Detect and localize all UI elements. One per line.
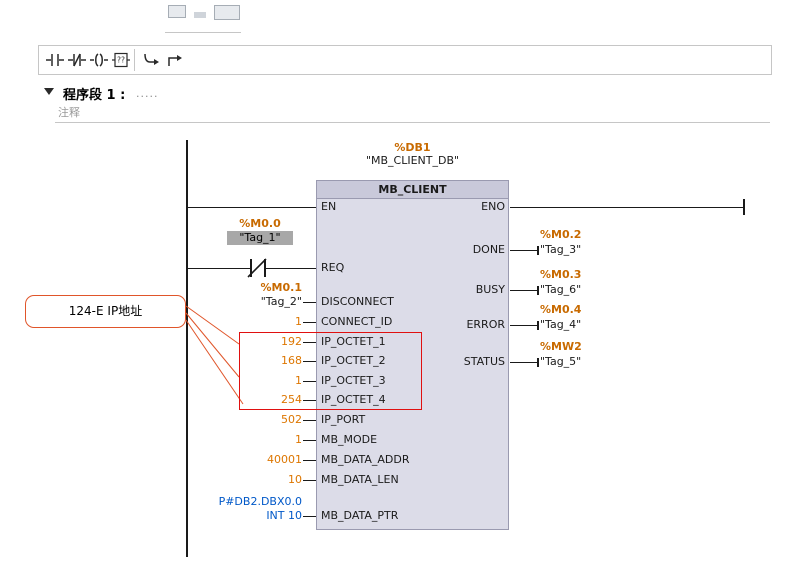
contact-tag[interactable]: "Tag_1" [227, 231, 293, 245]
wire-tick [537, 246, 539, 255]
close-branch-icon[interactable] [164, 49, 186, 71]
input-value-mb-mode[interactable]: 1 [222, 432, 302, 448]
input-tag-disconnect[interactable]: "Tag_2" [222, 294, 302, 310]
wire [303, 322, 316, 323]
pin-label-mb-mode: MB_MODE [321, 432, 377, 448]
db-name[interactable]: "MB_CLIENT_DB" [316, 153, 509, 169]
wire-en [188, 207, 316, 208]
left-power-rail [186, 140, 188, 557]
output-operand-status[interactable]: %MW2 [540, 340, 582, 354]
output-tag-error[interactable]: "Tag_4" [540, 318, 581, 332]
contact-operand[interactable]: %M0.0 [226, 216, 294, 232]
cropped-toolbar-fragment [168, 5, 186, 18]
toolbar-border-bottom [38, 74, 772, 75]
block-title[interactable]: MB_CLIENT [317, 181, 508, 199]
pin-label-error: ERROR [389, 317, 505, 333]
cropped-panel-edge [165, 32, 241, 33]
wire-eno [510, 207, 744, 208]
output-operand-busy[interactable]: %M0.3 [540, 268, 581, 282]
pin-label-ip-port: IP_PORT [321, 412, 365, 428]
toolbar-border-top [38, 45, 772, 46]
contact-bar-left[interactable] [250, 259, 252, 277]
empty-box-icon[interactable]: ?? [110, 49, 132, 71]
pin-label-connect-id: CONNECT_ID [321, 314, 392, 330]
ip-octets-highlight-box [239, 332, 422, 410]
wire [303, 460, 316, 461]
input-value-mb-data-ptr-line1[interactable]: P#DB2.DBX0.0 [200, 495, 302, 509]
wire [510, 325, 537, 326]
pin-label-en: EN [321, 199, 336, 215]
wire [510, 250, 537, 251]
pin-label-req: REQ [321, 260, 344, 276]
input-value-connect-id[interactable]: 1 [222, 314, 302, 330]
pin-label-busy: BUSY [389, 282, 505, 298]
toolbar-separator [134, 49, 135, 71]
wire [303, 420, 316, 421]
input-value-mb-data-len[interactable]: 10 [222, 472, 302, 488]
input-value-ip-port[interactable]: 502 [222, 412, 302, 428]
network-title-dots: ..... [136, 87, 158, 100]
wire [303, 480, 316, 481]
network-comment-placeholder[interactable]: 注释 [58, 104, 80, 120]
toolbar-border-left [38, 45, 39, 75]
pin-label-disconnect: DISCONNECT [321, 294, 394, 310]
wire [303, 516, 316, 517]
open-contact-icon[interactable] [44, 49, 66, 71]
cropped-toolbar-fragment [214, 5, 240, 20]
input-value-mb-data-ptr-line2[interactable]: INT 10 [200, 509, 302, 523]
pin-label-done: DONE [389, 242, 505, 258]
comment-separator [55, 122, 770, 123]
output-operand-error[interactable]: %M0.4 [540, 303, 581, 317]
wire-tick [537, 286, 539, 295]
wire-tick [537, 358, 539, 367]
open-branch-icon[interactable] [140, 49, 162, 71]
wire [510, 362, 537, 363]
ip-address-callout: 124-E IP地址 [25, 295, 186, 328]
empty-box-label: ?? [117, 56, 125, 65]
pin-label-eno: ENO [389, 199, 505, 215]
cropped-toolbar-fragment [194, 12, 206, 18]
wire-contact-right [266, 268, 316, 269]
output-tag-status[interactable]: "Tag_5" [540, 355, 581, 369]
output-tag-busy[interactable]: "Tag_6" [540, 283, 581, 297]
pin-label-mb-data-len: MB_DATA_LEN [321, 472, 399, 488]
wire-contact-left [188, 268, 250, 269]
output-tag-done[interactable]: "Tag_3" [540, 243, 581, 257]
closed-contact-icon[interactable] [66, 49, 88, 71]
wire [303, 302, 316, 303]
toolbar-border-right [771, 45, 772, 75]
network-title[interactable]: 程序段 1 : [63, 84, 125, 103]
output-operand-done[interactable]: %M0.2 [540, 228, 581, 242]
pin-label-mb-data-ptr: MB_DATA_PTR [321, 508, 398, 524]
lad-editor-canvas: ?? 程序段 1 : ..... 注释 MB_CLIENT %DB1 "MB_C… [0, 0, 809, 565]
input-value-mb-data-addr[interactable]: 40001 [222, 452, 302, 468]
wire-tick [537, 321, 539, 330]
network-collapse-triangle[interactable] [44, 88, 54, 95]
coil-icon[interactable] [88, 49, 110, 71]
wire [510, 290, 537, 291]
wire [303, 440, 316, 441]
pin-label-mb-data-addr: MB_DATA_ADDR [321, 452, 409, 468]
